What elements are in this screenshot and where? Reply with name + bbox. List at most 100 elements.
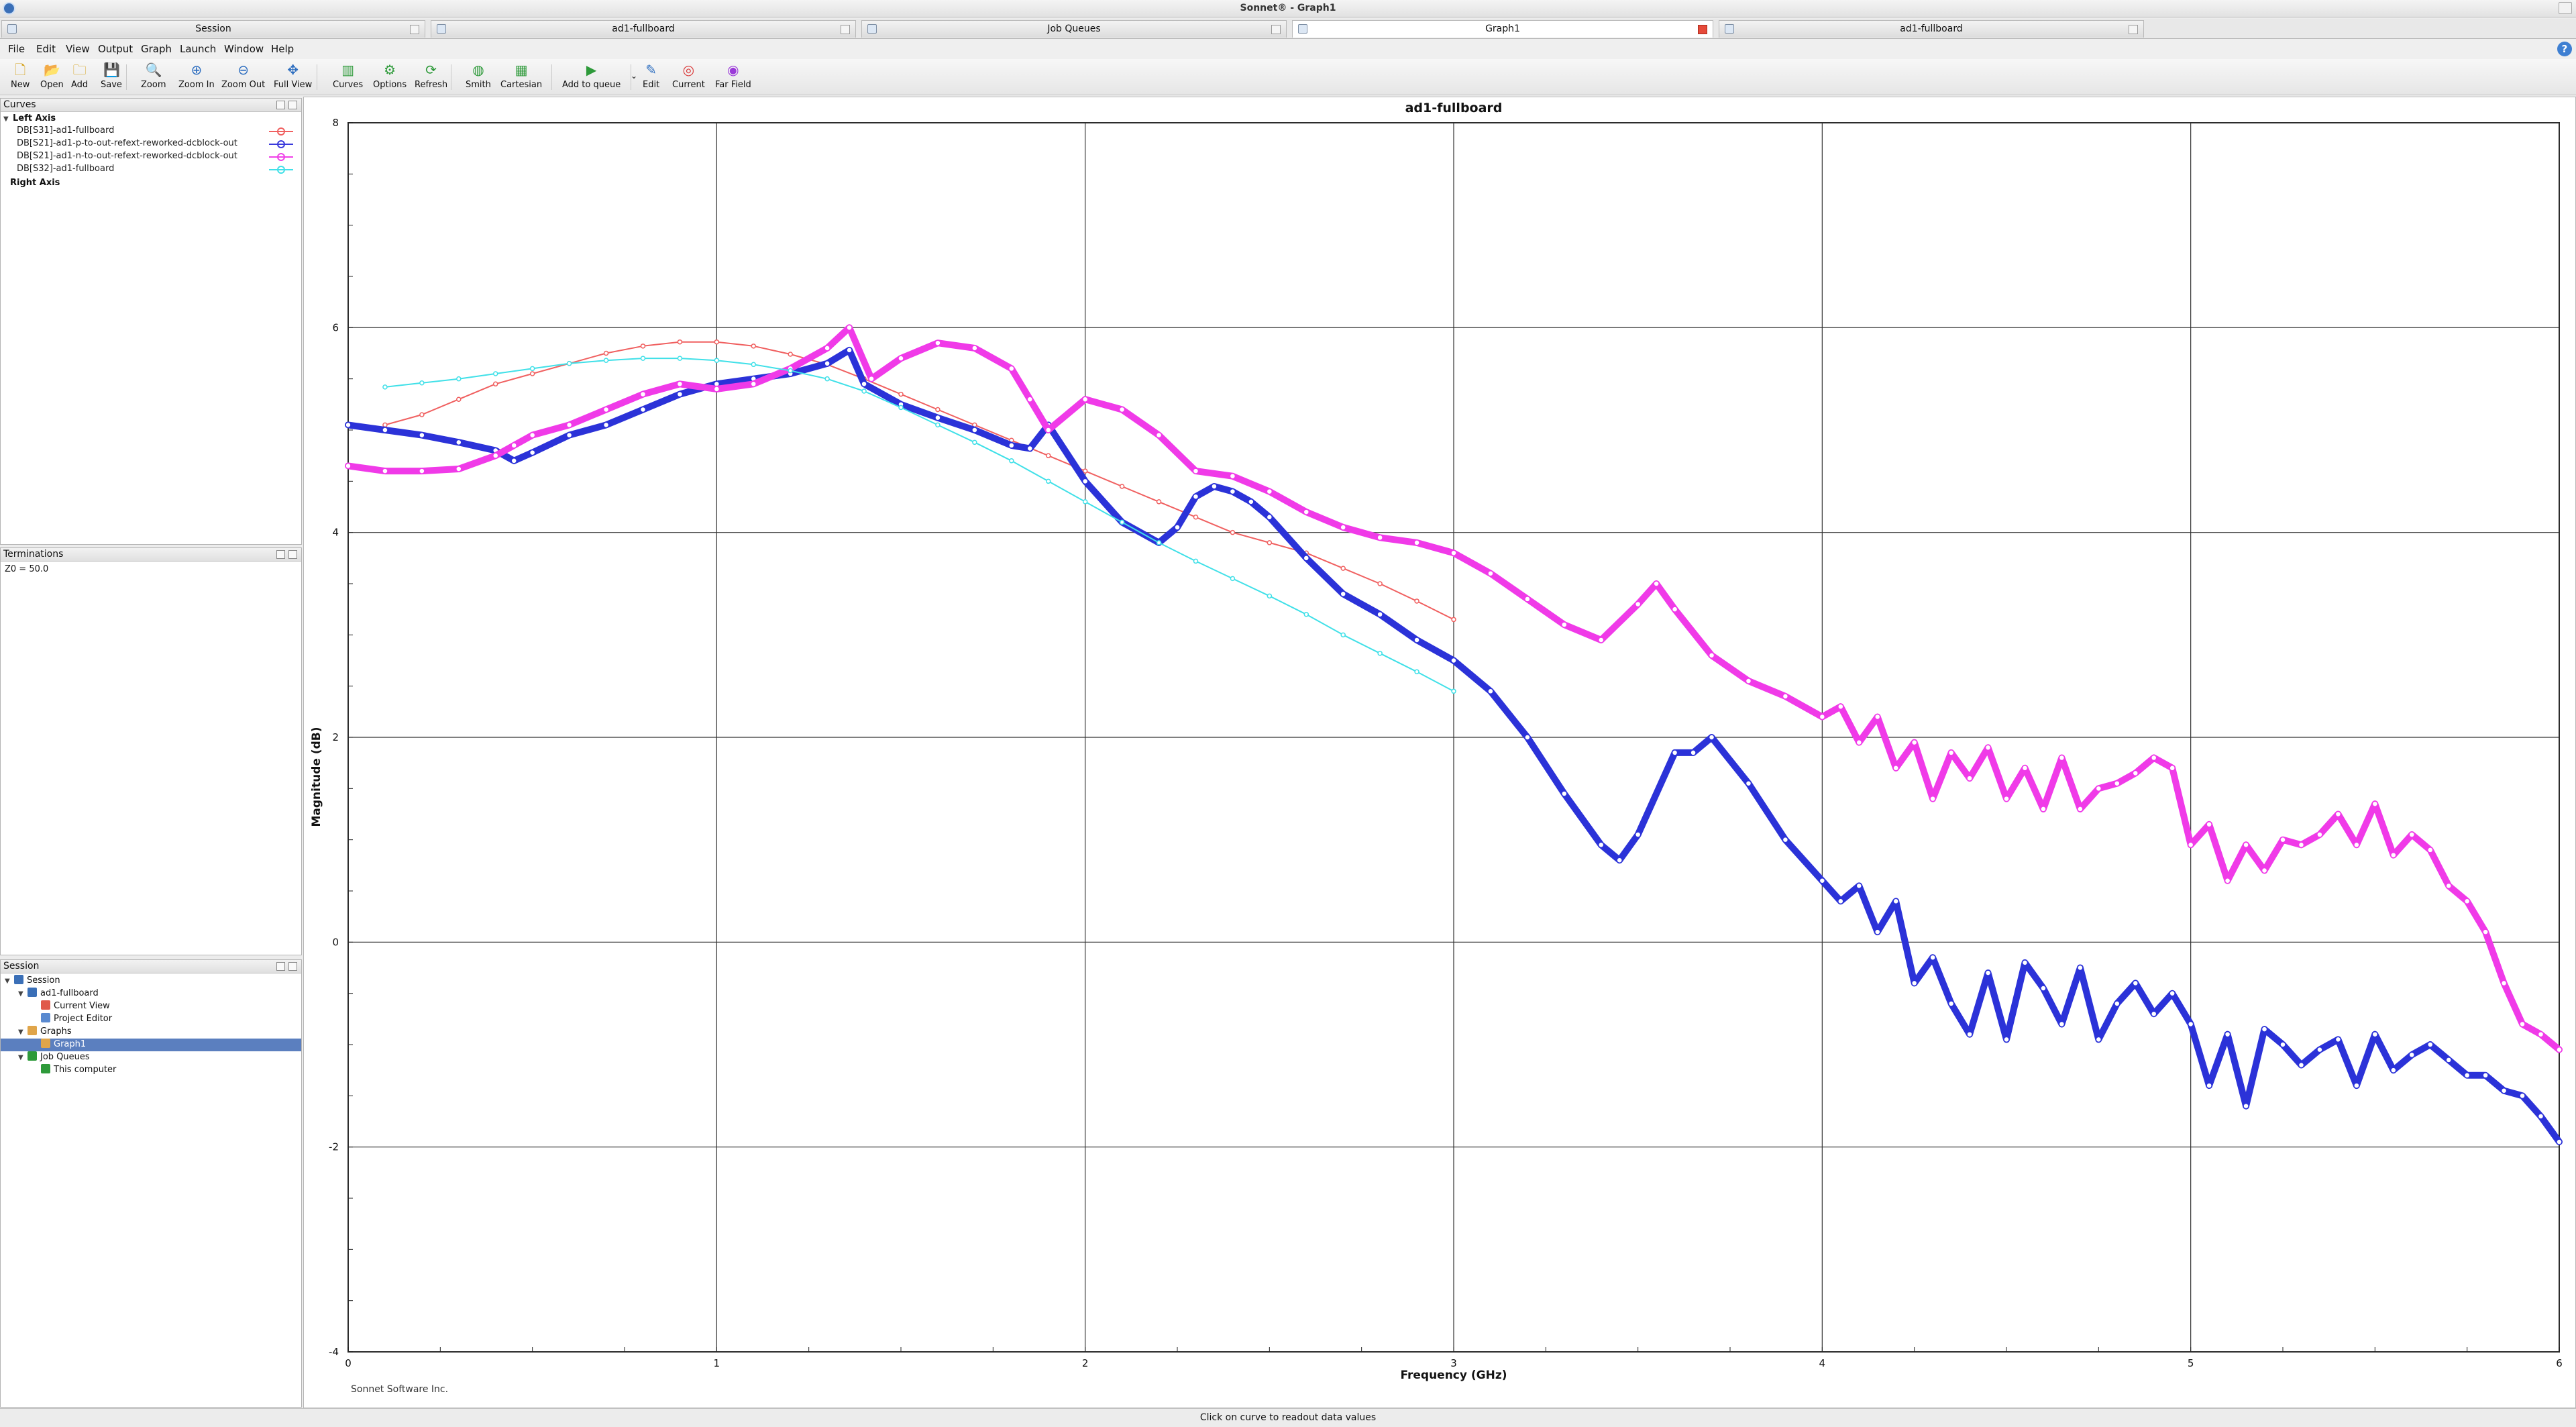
- close-panel-icon[interactable]: [288, 101, 297, 109]
- float-panel-icon[interactable]: [276, 962, 285, 971]
- series-point: [1819, 713, 1826, 721]
- magnitude-chart[interactable]: ad1-fullboard 0 1 2 3 4 5 6 -4 -2 0 2 4 6 8 Frequency…: [304, 97, 2575, 1408]
- series-point: [1451, 688, 1456, 694]
- curve-item[interactable]: DB[S21]-ad1-n-to-out-refext-reworked-dcb…: [17, 151, 299, 163]
- menu-output[interactable]: Output: [98, 43, 133, 55]
- graph-canvas[interactable]: ad1-fullboard 0 1 2 3 4 5 6 -4 -2 0 2 4 6 8 Frequency…: [303, 97, 2576, 1408]
- menu-view[interactable]: View: [66, 43, 90, 55]
- session-tree-item-ad1-fullboard[interactable]: ▼ ad1-fullboard: [1, 988, 301, 1000]
- tab-graph1[interactable]: Graph1: [1292, 20, 1713, 38]
- save-button[interactable]: 💾 Save: [101, 60, 122, 94]
- curve-legend-swatch-icon: [269, 153, 293, 161]
- collapse-arrow-icon[interactable]: ▼: [18, 1054, 25, 1061]
- session-tree-item-graph1[interactable]: Graph1: [1, 1039, 301, 1051]
- session-tree-item-project-editor[interactable]: Project Editor: [1, 1013, 301, 1026]
- new-button[interactable]: 🗋 New: [11, 60, 30, 94]
- series-point: [2537, 1113, 2544, 1120]
- series-point: [2150, 754, 2157, 761]
- close-tab-icon[interactable]: [1271, 25, 1281, 34]
- menu-help[interactable]: Help: [271, 43, 294, 55]
- save-icon: 💾: [103, 62, 120, 78]
- series-point: [1026, 396, 1034, 403]
- zoom-out-button[interactable]: ⊖ Zoom Out: [221, 60, 265, 94]
- far-field-button[interactable]: ◉ Far Field: [715, 60, 751, 94]
- window-maximize-button[interactable]: [2559, 2, 2572, 14]
- session-panel-title: Session: [3, 961, 40, 971]
- menu-graph[interactable]: Graph: [141, 43, 172, 55]
- series-point: [2243, 1102, 2249, 1110]
- collapse-arrow-icon[interactable]: ▼: [18, 1028, 25, 1036]
- y-tick-label: 4: [332, 527, 339, 539]
- graphs-folder-icon: [28, 1026, 37, 1035]
- close-tab-icon[interactable]: [1698, 25, 1707, 34]
- collapse-arrow-icon[interactable]: ▼: [5, 977, 11, 985]
- series-point: [2040, 985, 2047, 992]
- session-tree-item-session[interactable]: ▼ Session: [1, 975, 301, 988]
- series-point: [824, 360, 830, 367]
- close-tab-icon[interactable]: [410, 25, 419, 34]
- menu-file[interactable]: File: [8, 43, 25, 55]
- add-button[interactable]: 🗀 Add: [71, 60, 88, 94]
- tab-ad1-fullboard[interactable]: ad1-fullboard: [431, 20, 856, 38]
- float-panel-icon[interactable]: [276, 550, 285, 559]
- collapse-arrow-icon[interactable]: ▼: [18, 990, 25, 998]
- open-button[interactable]: 📂 Open: [40, 60, 64, 94]
- series-point: [1045, 478, 1051, 484]
- add-to-queue-dropdown-icon[interactable]: ⌄: [631, 71, 637, 81]
- tab-session[interactable]: Session: [1, 20, 425, 38]
- tab-ad1-fullboard-current[interactable]: ad1-fullboard: [1719, 20, 2144, 38]
- terminations-panel-title: Terminations: [3, 549, 64, 560]
- tab-job-queues[interactable]: Job Queues: [861, 20, 1287, 38]
- zoom-button[interactable]: 🔍 Zoom: [141, 60, 166, 94]
- menu-launch[interactable]: Launch: [180, 43, 216, 55]
- series-point: [971, 427, 978, 433]
- series-point: [1671, 606, 1678, 613]
- current-button[interactable]: ◎ Current: [672, 60, 705, 94]
- options-icon: ⚙: [384, 62, 396, 78]
- right-axis-group[interactable]: Right Axis: [10, 178, 60, 191]
- options-button[interactable]: ⚙ Options: [373, 60, 407, 94]
- menu-edit[interactable]: Edit: [36, 43, 56, 55]
- float-panel-icon[interactable]: [276, 101, 285, 109]
- add-to-queue-button[interactable]: ▶ Add to queue: [562, 60, 621, 94]
- series-point: [2537, 1030, 2544, 1038]
- series-point: [1892, 765, 1899, 772]
- menu-window[interactable]: Window: [224, 43, 264, 55]
- zoom-in-button[interactable]: ⊕ Zoom In: [178, 60, 215, 94]
- menu-bar: File Edit View Output Graph Launch Windo…: [0, 39, 2576, 59]
- series-point: [1267, 593, 1273, 599]
- series-point: [2463, 1072, 2471, 1079]
- full-view-button[interactable]: ✥ Full View: [274, 60, 312, 94]
- cartesian-button[interactable]: ▦ Cartesian: [500, 60, 542, 94]
- new-file-icon: 🗋: [15, 62, 26, 78]
- curves-button[interactable]: ▥ Curves: [333, 60, 363, 94]
- series-point: [1008, 442, 1015, 449]
- left-axis-group[interactable]: ▼ Left Axis: [3, 113, 56, 126]
- series-point: [2371, 800, 2379, 807]
- session-tree-item-graphs[interactable]: ▼ Graphs: [1, 1026, 301, 1039]
- session-tree-item-current-view[interactable]: Current View: [1, 1000, 301, 1013]
- curve-item[interactable]: DB[S21]-ad1-p-to-out-refext-reworked-dcb…: [17, 138, 299, 150]
- series-point: [1653, 580, 1660, 587]
- series-point: [1008, 365, 1015, 372]
- curve-item[interactable]: DB[S31]-ad1-fullboard: [17, 125, 299, 138]
- session-tree-item-this-computer[interactable]: This computer: [1, 1064, 301, 1077]
- chart-title: ad1-fullboard: [1405, 101, 1503, 115]
- curve-item[interactable]: DB[S32]-ad1-fullboard: [17, 164, 299, 176]
- graph-footer-credit: Sonnet Software Inc.: [351, 1384, 448, 1395]
- refresh-button[interactable]: ⟳ Refresh: [415, 60, 447, 94]
- smith-button[interactable]: ◍ Smith: [466, 60, 491, 94]
- series-point: [382, 427, 388, 433]
- close-tab-icon[interactable]: [841, 25, 850, 34]
- graph-tab-icon: [1298, 24, 1307, 34]
- series-point: [713, 386, 720, 392]
- collapse-arrow-icon[interactable]: ▼: [3, 115, 10, 123]
- close-panel-icon[interactable]: [288, 962, 297, 971]
- close-tab-icon[interactable]: [2129, 25, 2138, 34]
- help-icon[interactable]: ?: [2557, 42, 2572, 56]
- edit-button[interactable]: ✎ Edit: [643, 60, 659, 94]
- close-panel-icon[interactable]: [288, 550, 297, 559]
- window-title: Sonnet® - Graph1: [1240, 3, 1336, 13]
- session-tree-item-job-queues[interactable]: ▼ Job Queues: [1, 1051, 301, 1064]
- series-point: [2114, 1000, 2121, 1007]
